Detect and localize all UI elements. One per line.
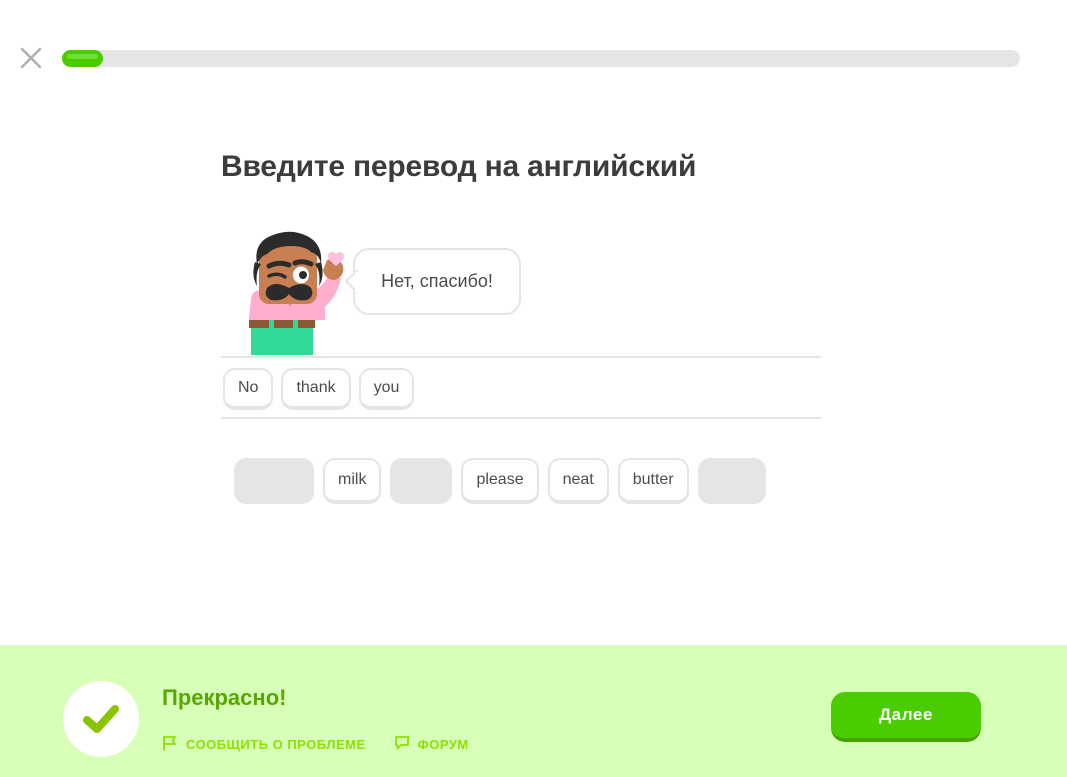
word-bank-tile[interactable]: butter <box>617 458 689 504</box>
exercise-header <box>0 0 1067 100</box>
forum-button[interactable]: Форум <box>394 735 469 754</box>
word-bank-tile[interactable]: please <box>461 458 539 504</box>
heart-icon <box>328 252 344 267</box>
continue-button[interactable]: Далее <box>831 692 981 742</box>
lesson-progress-bar <box>62 50 1020 67</box>
answer-tile[interactable]: No <box>223 368 274 410</box>
feedback-links: Сообщить о проблеме Форум <box>162 735 469 754</box>
prompt-text: Нет, спасибо! <box>381 271 493 291</box>
correct-check-badge <box>63 681 139 757</box>
eddy-character-illustration <box>233 230 348 355</box>
flag-icon <box>162 735 178 754</box>
word-bank-tile[interactable]: milk <box>323 458 382 504</box>
answer-tiles-row: No thank you <box>221 368 821 410</box>
word-bank-used-slot <box>697 458 766 504</box>
exercise-content: Введите перевод на английский Нет, спаси… <box>0 100 1067 645</box>
progress-highlight <box>67 54 98 59</box>
progress-fill <box>62 50 103 67</box>
prompt-area: Нет, спасибо! <box>221 230 821 360</box>
check-icon <box>83 705 119 733</box>
report-problem-label: Сообщить о проблеме <box>186 737 366 752</box>
word-bank-used-slot <box>390 458 453 504</box>
word-bank: milk please neat butter <box>234 458 834 504</box>
answer-tile[interactable]: you <box>358 368 415 410</box>
prompt-speech-bubble: Нет, спасибо! <box>345 248 521 315</box>
feedback-title: Прекрасно! <box>162 685 287 710</box>
word-bank-tile[interactable]: neat <box>547 458 609 504</box>
answer-area[interactable]: No thank you <box>221 356 821 419</box>
report-problem-button[interactable]: Сообщить о проблеме <box>162 735 366 754</box>
forum-label: Форум <box>417 737 469 752</box>
word-bank-used-slot <box>234 458 314 504</box>
speech-bubble-icon <box>394 735 410 754</box>
speech-bubble-tail <box>344 270 359 293</box>
close-icon[interactable] <box>18 45 44 71</box>
answer-tile[interactable]: thank <box>281 368 351 410</box>
page-title: Введите перевод на английский <box>221 150 697 183</box>
